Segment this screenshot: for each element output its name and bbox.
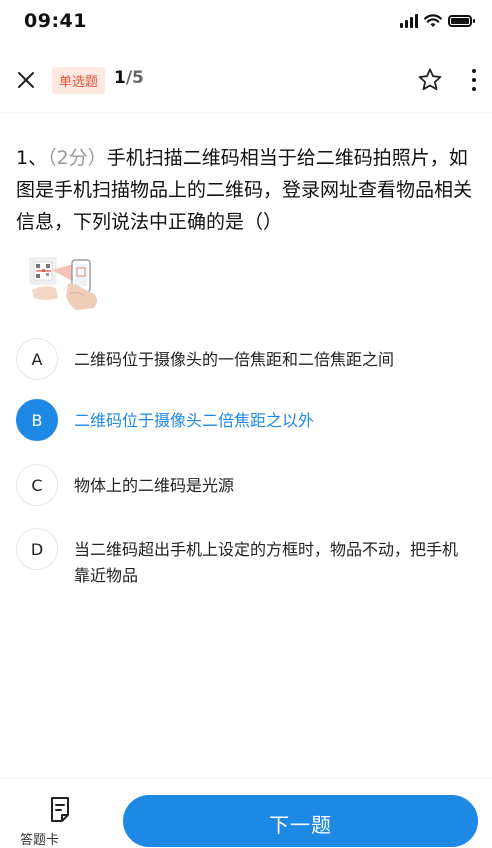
question-illustration[interactable] xyxy=(28,254,104,312)
nav-divider xyxy=(0,112,492,113)
status-icons xyxy=(400,14,475,28)
option-text: 二维码位于摄像头二倍焦距之以外 xyxy=(74,411,315,430)
question-number: 1、 xyxy=(16,147,48,169)
option-text: 物体上的二维码是光源 xyxy=(74,476,235,495)
status-bar: 09:41 xyxy=(0,0,492,46)
top-nav: 单选题 1/5 xyxy=(0,50,492,110)
more-vertical-icon[interactable] xyxy=(468,66,480,94)
progress-total: /5 xyxy=(125,68,144,88)
star-icon[interactable] xyxy=(416,66,444,94)
question-points: （2分） xyxy=(47,147,107,169)
option-text: 二维码位于摄像头的一倍焦距和二倍焦距之间 xyxy=(74,350,395,369)
answer-card-label: 答题卡 xyxy=(20,833,60,848)
option-letter-badge: D xyxy=(16,528,58,570)
progress-current: 1 xyxy=(114,68,126,88)
option-letter-badge: A xyxy=(16,338,58,380)
option-text: 当二维码超出手机上设定的方框时，物品不动，把手机靠近物品 xyxy=(74,540,459,585)
status-time: 09:41 xyxy=(24,10,87,32)
question-type-badge: 单选题 xyxy=(52,67,106,94)
signal-icon xyxy=(400,14,418,28)
question-stem: 1、（2分）手机扫描二维码相当于给二维码拍照片，如图是手机扫描物品上的二维码，登… xyxy=(16,142,478,238)
answer-card-button[interactable]: 答题卡 xyxy=(20,795,100,848)
question-progress: 1/5 xyxy=(114,68,144,88)
next-question-button[interactable]: 下一题 xyxy=(123,795,478,847)
answer-sheet-icon xyxy=(51,797,69,822)
bottom-bar: 答题卡 下一题 xyxy=(0,778,492,848)
wifi-icon xyxy=(424,14,442,27)
option-letter-badge: B xyxy=(16,399,58,441)
option-letter-badge: C xyxy=(16,464,58,506)
close-icon[interactable] xyxy=(12,66,40,94)
battery-icon xyxy=(448,15,475,27)
